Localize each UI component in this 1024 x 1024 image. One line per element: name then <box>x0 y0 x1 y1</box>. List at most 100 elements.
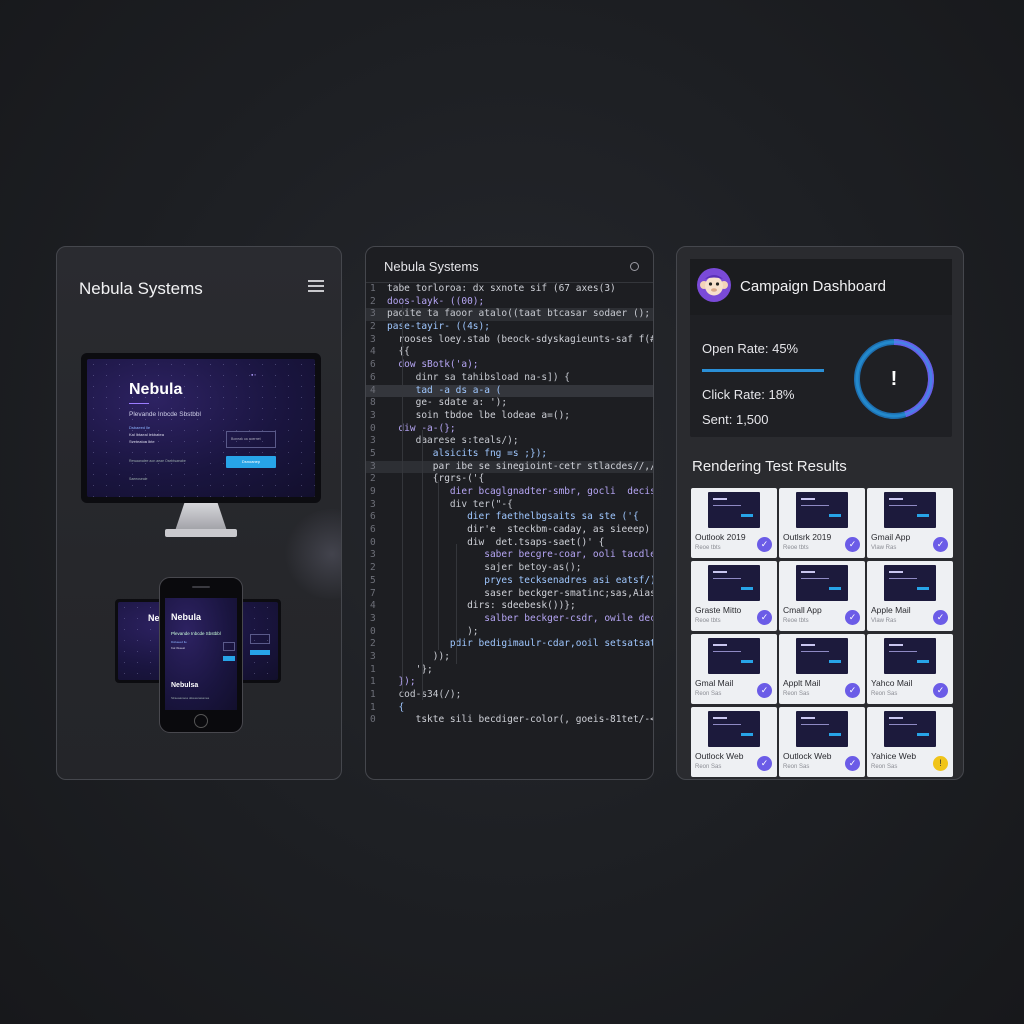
code-line[interactable]: 3 div ter("-{ <box>366 499 653 512</box>
email-preview-thumbnail <box>796 492 848 528</box>
client-sub: Reon Sas <box>695 764 722 770</box>
code-line[interactable]: 3 paoite ta faoor atalo((taat btcasar sod… <box>366 308 653 322</box>
code-line[interactable]: 9 dier bcaglgnadter-smbr, gocli decisx// <box>366 486 653 499</box>
status-circle-icon[interactable] <box>630 262 639 271</box>
result-tile[interactable]: Apple Mail Vlaw Ras ✓ <box>867 561 953 631</box>
check-icon: ✓ <box>757 756 772 771</box>
open-rate-ring: ! <box>852 337 936 421</box>
code-line[interactable]: 0 diw -a-(}; <box>366 423 653 436</box>
code-line[interactable]: 2 pase-tayir- ((4s); <box>366 321 653 334</box>
code-line[interactable]: 4 dirs: sdeebesk())}; <box>366 600 653 613</box>
code-line[interactable]: 1 { <box>366 702 653 715</box>
code-text: diw det.tsaps-saet()' { <box>387 536 605 548</box>
code-line[interactable]: 5 pryes tecksenadres asi eatsf/); <box>366 575 653 588</box>
client-name: Graste Mitto <box>695 605 742 615</box>
code-line[interactable]: 6 dinr sa tahibsload na-s]) { <box>366 372 653 385</box>
code-line[interactable]: 0 diw det.tsaps-saet()' { <box>366 537 653 550</box>
code-line[interactable]: 3 )); <box>366 651 653 664</box>
desktop-small-text: Dsbaeed lle <box>129 425 151 430</box>
line-number: 1 <box>370 283 376 294</box>
client-sub: Reoe tbts <box>695 545 721 551</box>
code-line[interactable]: 6 dir'e steckbm-caday, as sieeep) <box>366 524 653 537</box>
desktop-email-input[interactable]: Boneak oa aoernet <box>226 431 276 448</box>
code-text: sajer betoy-as(); <box>387 562 582 574</box>
client-sub: Reoe tbts <box>783 545 809 551</box>
result-tile[interactable]: Gmail App Vlaw Ras ✓ <box>867 488 953 558</box>
line-number: 0 <box>370 536 376 548</box>
code-text: saser beckger-smatinc;sas,Aias(' <box>387 587 654 599</box>
code-text: daarese s:teals/); <box>387 435 519 447</box>
result-tile[interactable]: Outlook 2019 Reoe tbts ✓ <box>691 488 777 558</box>
result-tile[interactable]: Yahice Web Reon Sas! <box>867 707 953 777</box>
code-line[interactable]: 3 salber beckger-csdr, owile decy/ai <box>366 613 653 626</box>
result-tile[interactable]: Graste Mitto Reoe tbts ✓ <box>691 561 777 631</box>
client-sub: Reon Sas <box>871 764 898 770</box>
thumb-line <box>889 724 917 725</box>
campaign-stats-card: Campaign Dashboard Open Rate: 45% Click … <box>690 259 952 437</box>
result-tile[interactable]: Outlock Web Reon Sas ✓ <box>779 707 865 777</box>
check-icon: ✓ <box>757 537 772 552</box>
result-tile[interactable]: Gmal Mail Reon Sas ✓ <box>691 634 777 704</box>
code-line[interactable]: 4 {{ <box>366 346 653 359</box>
code-text: soin tbdoe lbe lodeae a=(); <box>387 409 571 421</box>
phone-speaker <box>192 586 210 588</box>
code-line[interactable]: 1 cod-s34(/); <box>366 689 653 702</box>
code-line[interactable]: 6 dier faethelbgsaits sa ste ('{ <box>366 511 653 524</box>
code-line[interactable]: 3 soin tbdoe lbe lodeae a=(); <box>366 410 653 423</box>
desktop-footer-text: Rewaanalee aon aeae Osebtsaeabe <box>129 459 186 463</box>
client-sub: Reon Sas <box>783 764 810 770</box>
code-line[interactable]: 1 '}; <box>366 664 653 677</box>
result-tile[interactable]: Applt Mail Reon Sas ✓ <box>779 634 865 704</box>
thumb-button <box>829 733 841 736</box>
check-icon: ✓ <box>757 683 772 698</box>
result-tile[interactable]: Outlock Web Reon Sas ✓ <box>691 707 777 777</box>
hamburger-menu-icon[interactable] <box>308 280 324 292</box>
client-name: Gmal Mail <box>695 678 734 688</box>
code-line[interactable]: 1 }); <box>366 676 653 689</box>
code-line[interactable]: 3 daarese s:teals/); <box>366 435 653 448</box>
code-line[interactable]: 6 dow sBotk('a); <box>366 359 653 372</box>
email-preview-thumbnail <box>796 711 848 747</box>
code-area[interactable]: 1 tabe torloroa: dx sxnote sif (67 axes(3… <box>366 283 653 727</box>
desktop-small-text: Sveteatoa lbte <box>129 439 155 444</box>
thumb-line <box>713 651 741 652</box>
code-line[interactable]: 4 tad -a ds a-a ( <box>366 384 653 398</box>
result-tile[interactable]: Cmall App Reoe tbts ✓ <box>779 561 865 631</box>
phone-small-text: Dsbaeed lle <box>171 640 187 644</box>
thumb-title <box>801 571 815 573</box>
code-line[interactable]: 7 saser beckger-smatinc;sas,Aias(' <box>366 588 653 601</box>
indent-guide <box>422 430 423 700</box>
code-text: {{ <box>387 346 410 358</box>
code-line[interactable]: 2 sajer betoy-as(); <box>366 562 653 575</box>
code-line[interactable]: 1 tabe torloroa: dx sxnote sif (67 axes(3… <box>366 283 653 296</box>
line-number: 4 <box>370 346 376 358</box>
code-line[interactable]: 0 ); <box>366 626 653 639</box>
client-name: Apple Mail <box>871 605 911 615</box>
hero-underline <box>129 403 149 404</box>
code-line[interactable]: 3 par ibe se sinegioint-cetr stlacdes//,… <box>366 460 653 474</box>
desktop-hero-title: Nebula <box>129 381 183 398</box>
thumb-line <box>713 505 741 506</box>
tablet-input <box>250 634 270 644</box>
line-number: 4 <box>370 600 376 612</box>
result-tile[interactable]: Yahco Mail Reon Sas ✓ <box>867 634 953 704</box>
code-line[interactable]: 0 tskte sili becdiger-color(, goeis-81te… <box>366 714 653 727</box>
code-line[interactable]: 5 alsicits fng =s ;}); <box>366 448 653 461</box>
code-line[interactable]: 2 pdir bedigimaulr-cdar,ooil setsatsat <box>366 638 653 651</box>
code-line[interactable]: 8 ge- sdate a: '); <box>366 397 653 410</box>
code-line[interactable]: 3 saber becgre-coar, ooli tacdlee <box>366 549 653 562</box>
code-text: )); <box>387 650 450 662</box>
code-text: cod-s34(/); <box>387 689 462 700</box>
line-number: 1 <box>370 701 376 713</box>
tablet-button <box>250 650 270 655</box>
thumb-button <box>829 660 841 663</box>
code-line[interactable]: 2 {rgrs-('{ <box>366 473 653 486</box>
code-line[interactable]: 2 doos-layk- ((00); <box>366 296 653 309</box>
result-tile[interactable]: Outlsrk 2019 Reoe tbts ✓ <box>779 488 865 558</box>
warning-icon: ! <box>933 756 948 771</box>
code-line[interactable]: 3 rooses loey.stab (beock-sdyskagieunts-… <box>366 334 653 347</box>
client-name: Outlook 2019 <box>695 532 746 542</box>
desktop-cta-button[interactable]: Dsnoanep <box>226 456 276 468</box>
line-number: 0 <box>370 714 376 726</box>
code-text: '}; <box>387 663 433 675</box>
